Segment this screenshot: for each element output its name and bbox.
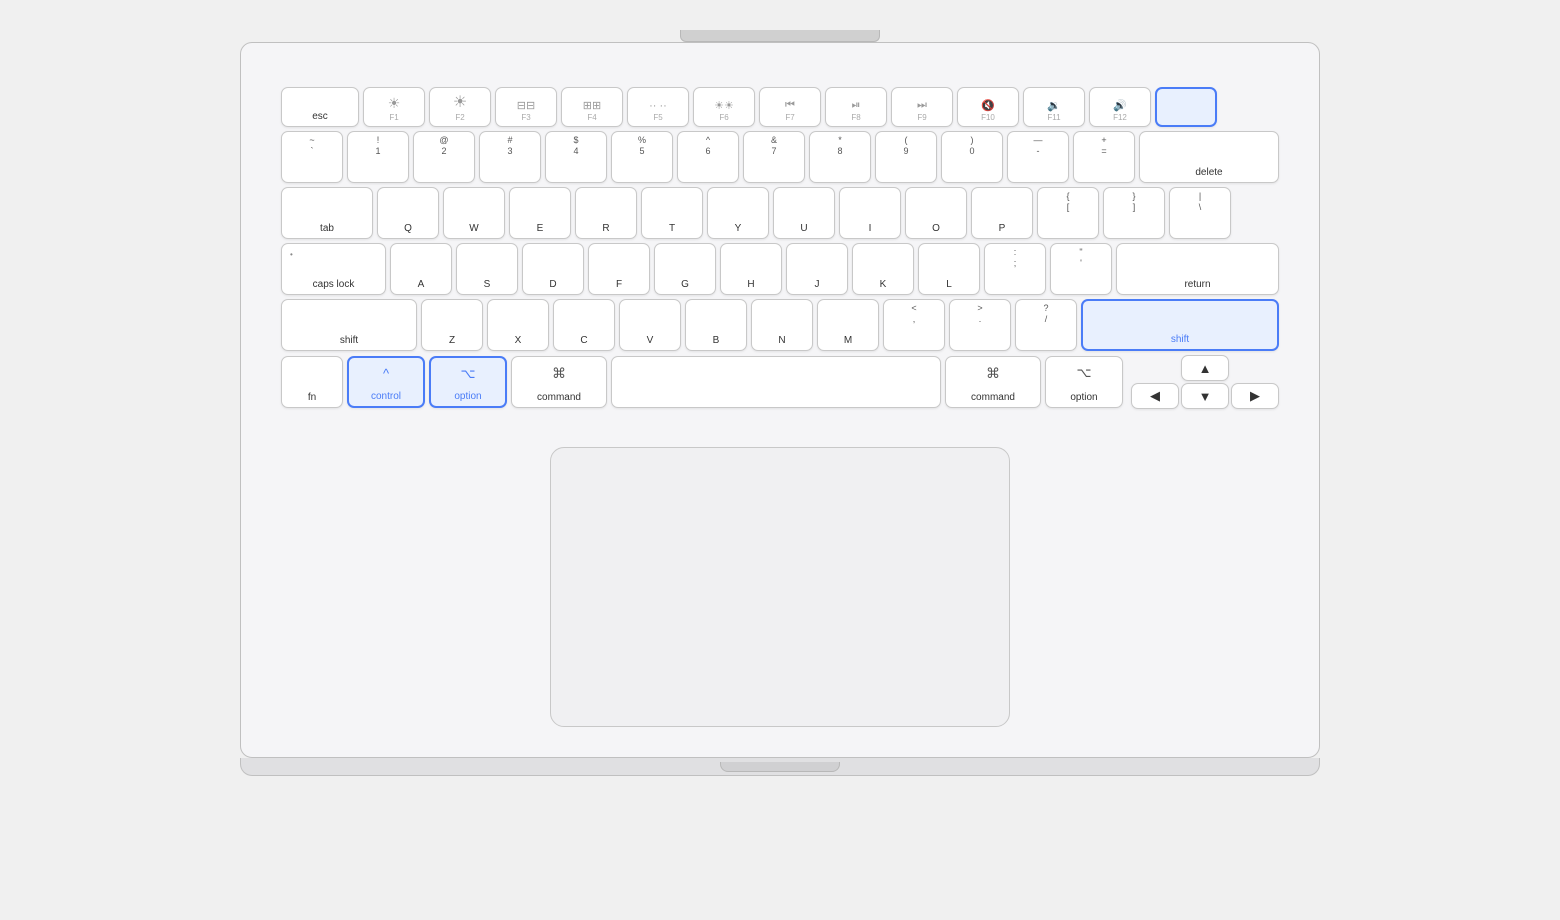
key-c[interactable]: C [553,299,615,351]
key-a[interactable]: A [390,243,452,295]
key-command-left[interactable]: ⌘ command [511,356,607,408]
keyboard-area: esc ☀ F1 ☀ F2 ⊟⊟ F3 ⊞⊞ F4 [271,73,1289,427]
key-fn[interactable]: fn [281,356,343,408]
key-option-left[interactable]: ⌥ option [429,356,507,408]
key-f11[interactable]: 🔉 F11 [1023,87,1085,127]
key-6[interactable]: ^6 [677,131,739,183]
key-power[interactable] [1155,87,1217,127]
key-v[interactable]: V [619,299,681,351]
asdf-row: • caps lock A S D F G H J K L :; "' retu… [281,243,1279,295]
key-command-right[interactable]: ⌘ command [945,356,1041,408]
key-f6[interactable]: ☀☀ F6 [693,87,755,127]
key-comma[interactable]: <, [883,299,945,351]
key-s[interactable]: S [456,243,518,295]
key-f8[interactable]: ⏯ F8 [825,87,887,127]
key-quote[interactable]: "' [1050,243,1112,295]
key-o[interactable]: O [905,187,967,239]
laptop-body: esc ☀ F1 ☀ F2 ⊟⊟ F3 ⊞⊞ F4 [240,42,1320,758]
key-capslock[interactable]: • caps lock [281,243,386,295]
key-f[interactable]: F [588,243,650,295]
key-control[interactable]: ^ control [347,356,425,408]
key-minus[interactable]: —- [1007,131,1069,183]
key-1[interactable]: !1 [347,131,409,183]
function-row: esc ☀ F1 ☀ F2 ⊟⊟ F3 ⊞⊞ F4 [281,87,1279,127]
key-l[interactable]: L [918,243,980,295]
key-bracket-open[interactable]: {[ [1037,187,1099,239]
key-n[interactable]: N [751,299,813,351]
key-f4[interactable]: ⊞⊞ F4 [561,87,623,127]
key-tab[interactable]: tab [281,187,373,239]
key-0[interactable]: )0 [941,131,1003,183]
key-arrow-right[interactable]: ▶ [1231,383,1279,409]
key-d[interactable]: D [522,243,584,295]
key-z[interactable]: Z [421,299,483,351]
key-arrow-left[interactable]: ◀ [1131,383,1179,409]
key-x[interactable]: X [487,299,549,351]
key-r[interactable]: R [575,187,637,239]
key-k[interactable]: K [852,243,914,295]
key-delete[interactable]: delete [1139,131,1279,183]
key-spacebar[interactable] [611,356,941,408]
key-j[interactable]: J [786,243,848,295]
key-f9[interactable]: ⏭ F9 [891,87,953,127]
key-equals[interactable]: += [1073,131,1135,183]
key-option-right[interactable]: ⌥ option [1045,356,1123,408]
key-arrow-up[interactable]: ▲ [1181,355,1229,381]
zxcv-row: shift Z X C V B N M <, >. ?/ shift [281,299,1279,351]
number-row: ~` !1 @2 #3 $4 %5 ^6 &7 *8 (9 )0 —- += d… [281,131,1279,183]
key-b[interactable]: B [685,299,747,351]
laptop-bottom-notch [720,762,840,772]
key-9[interactable]: (9 [875,131,937,183]
key-8[interactable]: *8 [809,131,871,183]
key-w[interactable]: W [443,187,505,239]
key-backslash[interactable]: |\ [1169,187,1231,239]
key-e[interactable]: E [509,187,571,239]
key-p[interactable]: P [971,187,1033,239]
key-f3[interactable]: ⊟⊟ F3 [495,87,557,127]
key-h[interactable]: H [720,243,782,295]
key-m[interactable]: M [817,299,879,351]
arrow-cluster: ▲ ◀ ▼ ▶ [1131,355,1279,409]
key-semicolon[interactable]: :; [984,243,1046,295]
laptop-hinge [680,30,880,42]
key-shift-right[interactable]: shift [1081,299,1279,351]
key-f10[interactable]: 🔇 F10 [957,87,1019,127]
bottom-row: fn ^ control ⌥ option ⌘ command [281,355,1279,409]
key-shift-left[interactable]: shift [281,299,417,351]
key-2[interactable]: @2 [413,131,475,183]
key-g[interactable]: G [654,243,716,295]
laptop-bottom-bar [240,758,1320,776]
trackpad[interactable] [550,447,1010,727]
key-5[interactable]: %5 [611,131,673,183]
key-arrow-down[interactable]: ▼ [1181,383,1229,409]
key-4[interactable]: $4 [545,131,607,183]
key-f7[interactable]: ⏮ F7 [759,87,821,127]
laptop-container: esc ☀ F1 ☀ F2 ⊟⊟ F3 ⊞⊞ F4 [230,30,1330,890]
key-bracket-close[interactable]: }] [1103,187,1165,239]
key-f2[interactable]: ☀ F2 [429,87,491,127]
key-return[interactable]: return [1116,243,1279,295]
key-tilde[interactable]: ~` [281,131,343,183]
key-f5[interactable]: ·· ·· F5 [627,87,689,127]
key-slash[interactable]: ?/ [1015,299,1077,351]
key-3[interactable]: #3 [479,131,541,183]
key-7[interactable]: &7 [743,131,805,183]
key-period[interactable]: >. [949,299,1011,351]
key-f12[interactable]: 🔊 F12 [1089,87,1151,127]
key-t[interactable]: T [641,187,703,239]
key-y[interactable]: Y [707,187,769,239]
key-f1[interactable]: ☀ F1 [363,87,425,127]
key-esc[interactable]: esc [281,87,359,127]
qwerty-row: tab Q W E R T Y U I O P {[ }] |\ [281,187,1279,239]
key-u[interactable]: U [773,187,835,239]
key-q[interactable]: Q [377,187,439,239]
key-i[interactable]: I [839,187,901,239]
